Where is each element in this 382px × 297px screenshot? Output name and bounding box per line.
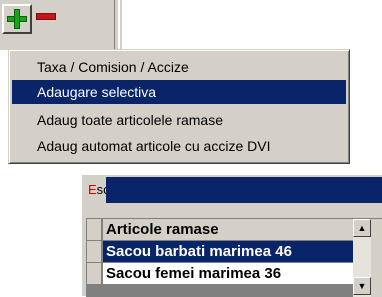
menu-item-taxa-comision-accize[interactable]: Taxa / Comision / Accize bbox=[12, 55, 346, 79]
esc-hotkey-letter: E bbox=[88, 182, 97, 197]
row-indicator[interactable] bbox=[87, 263, 102, 284]
row-indicator[interactable] bbox=[87, 241, 102, 262]
table-cell[interactable]: Sacou femei marimea 36 bbox=[103, 263, 353, 284]
plus-icon bbox=[7, 9, 27, 29]
esc-bar: Esc bbox=[82, 175, 382, 205]
grid-header-row: Articole ramase bbox=[87, 219, 382, 241]
row-indicator bbox=[87, 219, 102, 240]
articles-window: Esc Articole ramase Sacou barbati marime… bbox=[82, 175, 382, 297]
scroll-down-arrow-icon[interactable]: ▼ bbox=[353, 277, 371, 295]
grid-right-border bbox=[371, 219, 382, 297]
toolbar bbox=[0, 0, 122, 50]
table-row[interactable]: Sacou barbati marimea 46 bbox=[87, 241, 382, 263]
remove-button[interactable] bbox=[36, 13, 56, 20]
window-title-bar bbox=[106, 177, 382, 203]
table-row[interactable]: Sacou femei marimea 36 bbox=[87, 263, 382, 285]
articles-grid: Articole ramase Sacou barbati marimea 46… bbox=[86, 218, 382, 297]
menu-item-adaug-toate-articolele[interactable]: Adaug toate articolele ramase bbox=[12, 108, 346, 132]
table-cell[interactable]: Sacou barbati marimea 46 bbox=[103, 241, 353, 262]
esc-button[interactable]: Esc bbox=[86, 177, 110, 203]
context-menu: Taxa / Comision / Accize Adaugare select… bbox=[8, 49, 350, 164]
toolbar-divider bbox=[114, 0, 115, 50]
vertical-scrollbar[interactable]: ▲ ▼ bbox=[353, 219, 371, 297]
menu-item-adaug-automat-accize[interactable]: Adaug automat articole cu accize DVI bbox=[12, 134, 346, 158]
add-button[interactable] bbox=[2, 4, 32, 34]
column-header-articole-ramase[interactable]: Articole ramase bbox=[103, 219, 353, 240]
toolbar-divider-highlight bbox=[118, 0, 120, 50]
menu-item-adaugare-selectiva[interactable]: Adaugare selectiva bbox=[12, 80, 346, 104]
scroll-up-arrow-icon[interactable]: ▲ bbox=[353, 219, 371, 237]
